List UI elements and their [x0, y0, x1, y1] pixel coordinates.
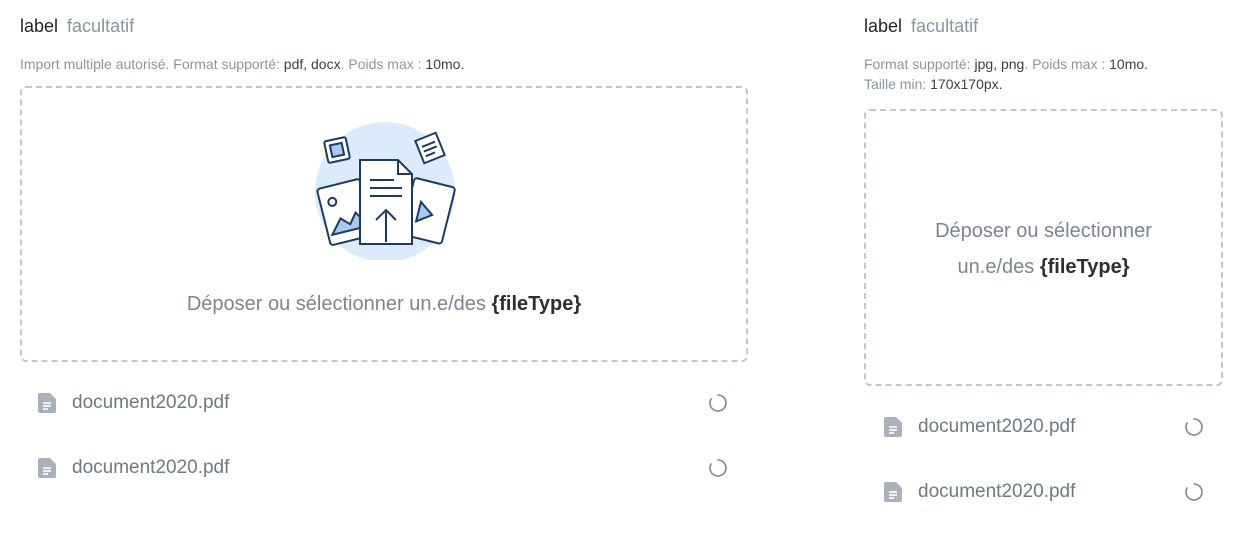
optional-tag: facultatif	[67, 16, 135, 36]
file-type-placeholder: {fileType}	[1039, 256, 1130, 278]
hint-size-min-label: Taille min:	[864, 76, 931, 92]
hint-prefix: Format supporté:	[864, 56, 975, 72]
file-type-placeholder: {fileType}	[491, 293, 582, 315]
upload-hint: Import multiple autorisé. Format support…	[20, 54, 464, 74]
hint-prefix: Import multiple autorisé. Format support…	[20, 56, 284, 72]
file-list-item: document2020.pdf	[884, 479, 1204, 505]
loading-spinner-icon	[1185, 418, 1203, 436]
file-list-item: document2020.pdf	[884, 414, 1204, 440]
upload-documents-illustration	[315, 122, 456, 260]
dropzone[interactable]: Déposer ou sélectionner un.e/des {fileTy…	[864, 109, 1223, 386]
drop-instruction: Déposer ou sélectionner un.e/des {fileTy…	[22, 286, 746, 322]
upload-hint: Format supporté: jpg, png. Poids max : 1…	[864, 54, 1148, 94]
hint-size-min: 170x170px.	[930, 76, 1003, 92]
hint-mid: . Poids max :	[340, 56, 426, 72]
hint-mid: . Poids max :	[1024, 56, 1110, 72]
hint-formats: jpg, png	[974, 56, 1025, 72]
file-name: document2020.pdf	[72, 457, 230, 478]
loading-spinner-icon	[1185, 483, 1203, 501]
label-text: label	[864, 16, 903, 36]
loading-spinner-icon	[709, 394, 727, 412]
field-label: label facultatif	[864, 16, 978, 37]
file-name: document2020.pdf	[918, 416, 1076, 437]
loading-spinner-icon	[709, 459, 727, 477]
file-name: document2020.pdf	[918, 481, 1076, 502]
drop-instruction: Déposer ou sélectionner un.e/des {fileTy…	[866, 213, 1221, 285]
file-text-icon	[38, 458, 56, 478]
dropzone[interactable]: Déposer ou sélectionner un.e/des {fileTy…	[20, 86, 748, 362]
label-text: label	[20, 16, 59, 36]
hint-max-size: 10mo.	[425, 56, 465, 72]
optional-tag: facultatif	[911, 16, 979, 36]
file-text-icon	[884, 417, 902, 437]
file-text-icon	[884, 482, 902, 502]
hint-max-size: 10mo.	[1109, 56, 1149, 72]
file-text-icon	[38, 393, 56, 413]
drop-text: Déposer ou sélectionner un.e/des	[186, 293, 492, 315]
file-list-item: document2020.pdf	[38, 455, 728, 481]
hint-formats: pdf, docx	[283, 56, 341, 72]
file-name: document2020.pdf	[72, 392, 230, 413]
field-label: label facultatif	[20, 16, 134, 37]
file-list-item: document2020.pdf	[38, 390, 728, 416]
